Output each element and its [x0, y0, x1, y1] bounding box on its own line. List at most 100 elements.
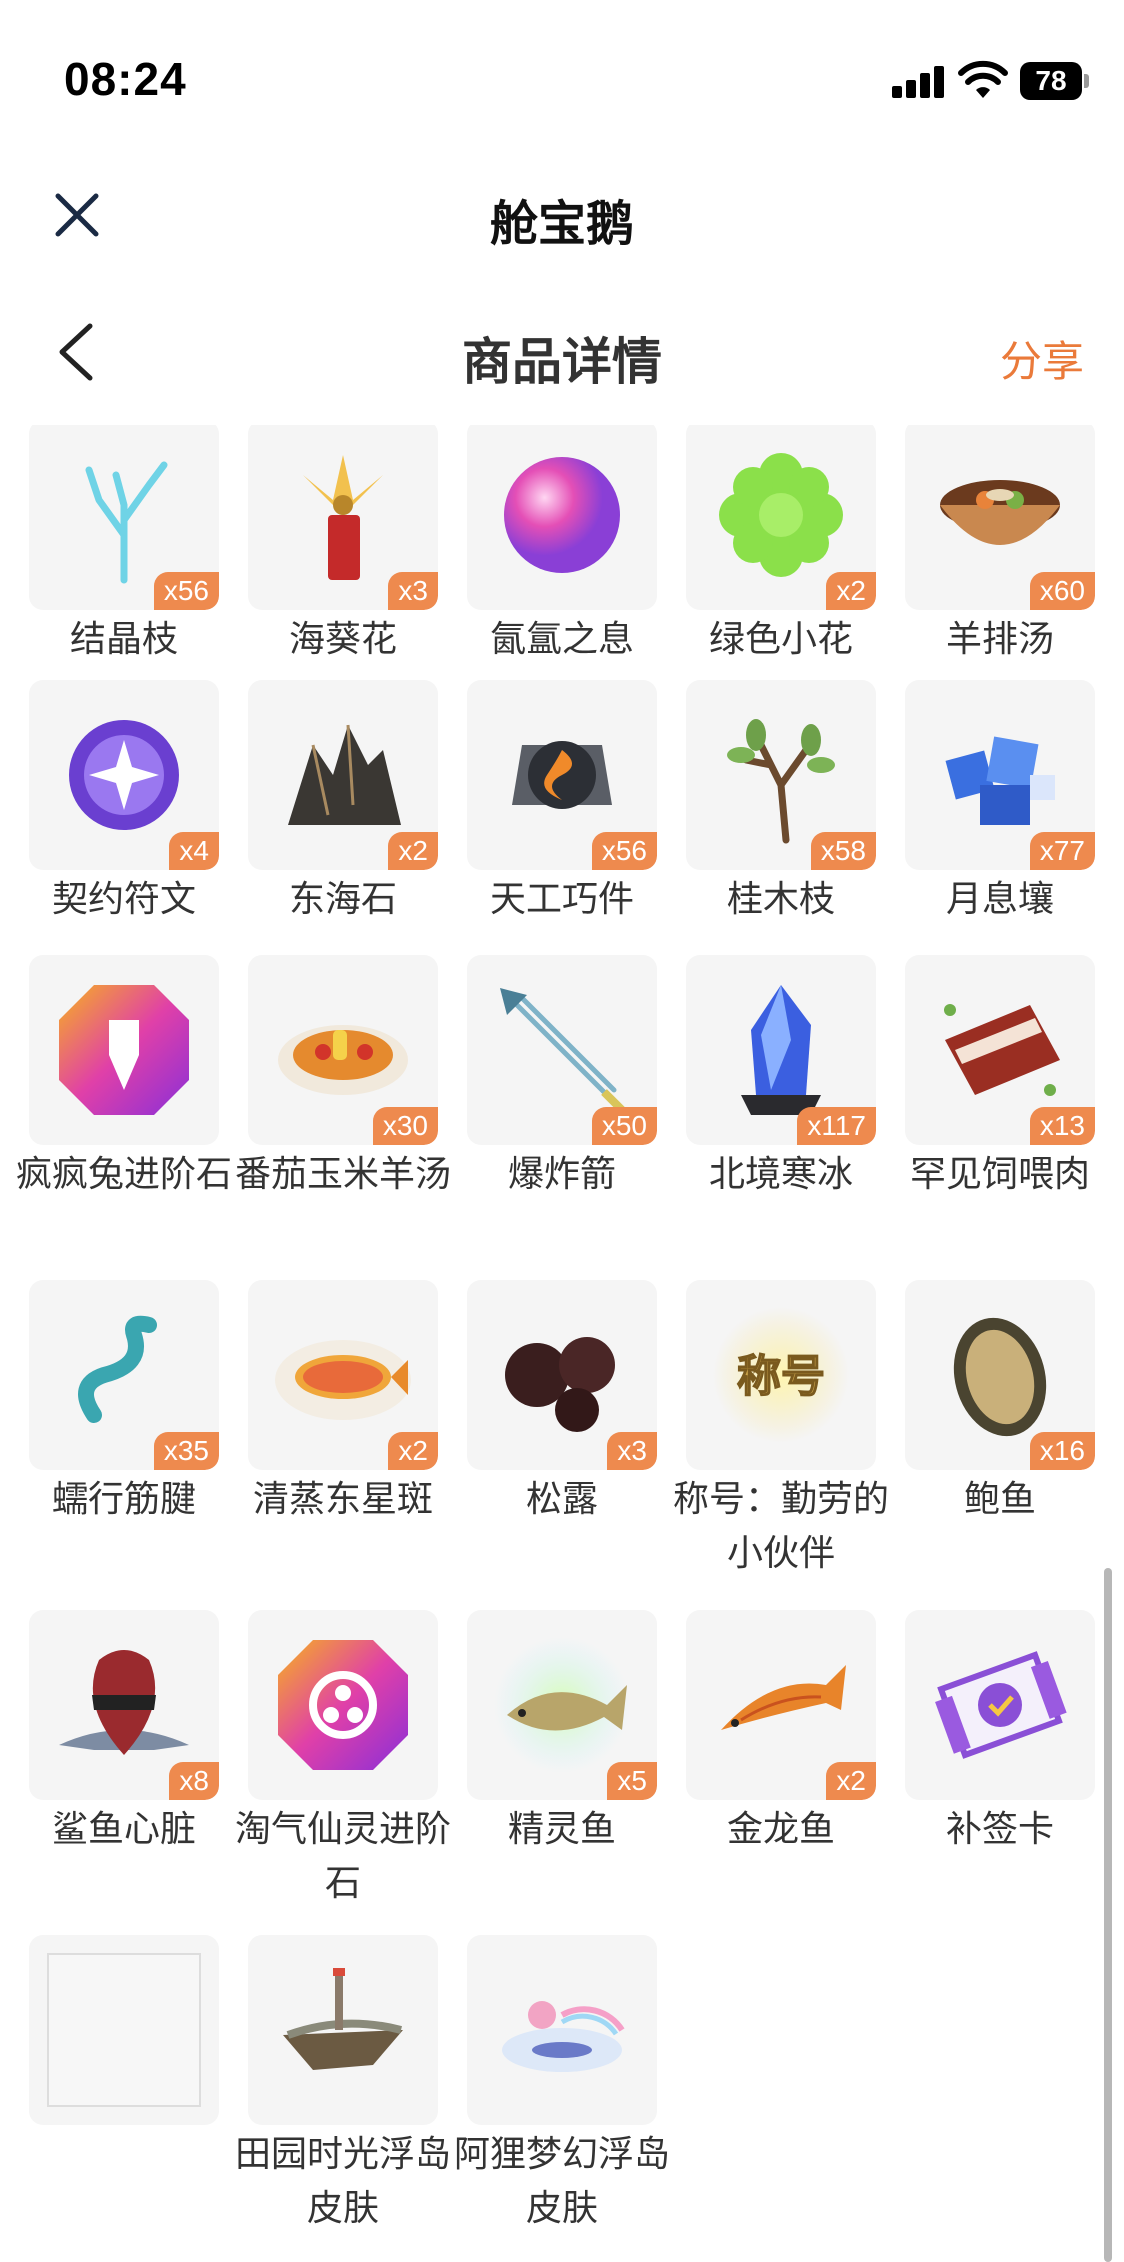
item-name: 罕见饲喂肉: [909, 1153, 1090, 1194]
cellular-signal-icon: [892, 66, 946, 98]
item-name: 淘气仙灵进阶石: [234, 1808, 451, 1903]
mini-program-title: 舱宝鹅: [489, 198, 634, 251]
item-name: 天工巧件: [489, 878, 634, 919]
contract-rune-icon: [69, 720, 179, 830]
quantity-badge: x2: [388, 832, 438, 870]
wifi-icon: [958, 60, 1008, 98]
item-name: 鲍鱼: [963, 1478, 1036, 1519]
abalone-icon: [953, 1317, 1047, 1437]
item-thumbnail[interactable]: x8: [29, 1610, 219, 1800]
item-thumbnail[interactable]: [467, 425, 657, 610]
east-sea-stone-icon: [288, 724, 401, 825]
item-name: 绿色小花: [708, 618, 853, 659]
item-thumbnail[interactable]: x50: [467, 955, 657, 1145]
item-name: 松露: [525, 1478, 598, 1519]
item-name: 阿狸梦幻浮岛皮肤: [453, 2133, 670, 2228]
quantity-badge: x60: [1029, 572, 1095, 610]
item-thumbnail[interactable]: [467, 1935, 657, 2125]
quantity-badge: x16: [1029, 1432, 1095, 1470]
item-name: 疯疯兔进阶石: [15, 1153, 232, 1194]
quantity-badge: x5: [607, 1762, 657, 1800]
item-name: 鲨鱼心脏: [51, 1808, 196, 1849]
item-name: 羊排汤: [945, 618, 1054, 659]
item-thumbnail[interactable]: [29, 1935, 219, 2125]
item-thumbnail[interactable]: x3: [248, 425, 438, 610]
quantity-badge: x77: [1029, 832, 1095, 870]
item-thumbnail[interactable]: x77: [905, 680, 1095, 870]
rabbit-gem-icon: [59, 985, 189, 1115]
item-thumbnail[interactable]: x2: [686, 425, 876, 610]
item-thumbnail[interactable]: [248, 1610, 438, 1800]
steamed-fish-icon: [275, 1340, 411, 1420]
item-thumbnail[interactable]: x117: [686, 955, 876, 1145]
item-thumbnail[interactable]: x2: [248, 680, 438, 870]
page-header: 商品详情 分享: [0, 300, 1124, 410]
item-thumbnail[interactable]: x35: [29, 1280, 219, 1470]
item-grid: x56 结晶枝 x3 海葵花 氤氲之息 x2 绿色小花 x60 羊排汤 x4 契约符文 x2 东海石 x5…: [0, 425, 1124, 2262]
quantity-badge: x13: [1029, 1107, 1095, 1145]
item-thumbnail[interactable]: x13: [905, 955, 1095, 1145]
item-thumbnail[interactable]: x56: [29, 425, 219, 610]
item-thumbnail[interactable]: x16: [905, 1280, 1095, 1470]
battery-icon: 78: [1020, 62, 1082, 100]
item-thumbnail[interactable]: x58: [686, 680, 876, 870]
fairy-gem-icon: [278, 1640, 408, 1770]
item-name: 结晶枝: [69, 618, 178, 659]
item-name: 补签卡: [945, 1808, 1054, 1849]
page-title: 商品详情: [462, 334, 662, 390]
item-name: 契约符文: [51, 878, 196, 919]
quantity-badge: x35: [153, 1432, 219, 1470]
item-thumbnail[interactable]: x2: [686, 1610, 876, 1800]
northern-ice-icon: [741, 985, 821, 1115]
quantity-badge: x3: [388, 572, 438, 610]
item-name: 田园时光浮岛皮肤: [234, 2133, 451, 2228]
item-thumbnail[interactable]: x3: [467, 1280, 657, 1470]
item-thumbnail[interactable]: x60: [905, 425, 1095, 610]
quantity-badge: x30: [372, 1107, 438, 1145]
item-thumbnail[interactable]: [248, 1935, 438, 2125]
mist-orb-icon: [504, 457, 620, 573]
item-name: 东海石: [288, 878, 397, 919]
item-thumbnail[interactable]: [29, 955, 219, 1145]
makeup-card-icon: [935, 1651, 1067, 1759]
mini-program-bar: 舱宝鹅: [0, 160, 1124, 270]
crafted-part-icon: [512, 741, 612, 809]
item-thumbnail[interactable]: x5: [467, 1610, 657, 1800]
spirit-fish-icon: [494, 1637, 630, 1773]
item-thumbnail[interactable]: x30: [248, 955, 438, 1145]
empty-placeholder-icon: [47, 1953, 201, 2107]
item-thumbnail[interactable]: [905, 1610, 1095, 1800]
item-name: 称号：勤劳的小伙伴: [672, 1478, 889, 1573]
item-thumbnail[interactable]: x56: [467, 680, 657, 870]
quantity-badge: x56: [591, 832, 657, 870]
title-badge-icon: 称号: [713, 1307, 849, 1443]
quantity-badge: x2: [826, 1762, 876, 1800]
truffle-icon: [505, 1337, 615, 1432]
scrollbar[interactable]: [1104, 1568, 1112, 2262]
anemone-flower-icon: [303, 455, 383, 580]
item-name: 月息壤: [945, 878, 1054, 919]
tendon-icon: [78, 1315, 157, 1423]
item-thumbnail[interactable]: x4: [29, 680, 219, 870]
arowana-icon: [721, 1665, 846, 1730]
item-name: 金龙鱼: [726, 1808, 835, 1849]
explosive-arrow-icon: [500, 988, 627, 1115]
item-name: 精灵鱼: [507, 1808, 616, 1849]
quantity-badge: x8: [169, 1762, 219, 1800]
status-bar: 08:24 78: [0, 0, 1124, 160]
quantity-badge: x4: [169, 832, 219, 870]
item-name: 海葵花: [288, 618, 397, 659]
share-button[interactable]: 分享: [1000, 328, 1084, 389]
quantity-badge: x58: [810, 832, 876, 870]
lamb-soup-icon: [940, 480, 1060, 545]
tomato-corn-soup-icon: [278, 1025, 408, 1095]
status-time: 08:24: [64, 53, 187, 105]
dream-island-icon: [502, 2001, 625, 2072]
item-name: 北境寒冰: [708, 1153, 853, 1194]
item-name: 蠕行筋腱: [51, 1478, 196, 1519]
item-thumbnail[interactable]: x2: [248, 1280, 438, 1470]
item-name: 清蒸东星斑: [252, 1478, 433, 1519]
item-thumbnail[interactable]: 称号: [686, 1280, 876, 1470]
laurel-branch-icon: [727, 719, 835, 844]
item-name: 氤氲之息: [489, 618, 634, 659]
